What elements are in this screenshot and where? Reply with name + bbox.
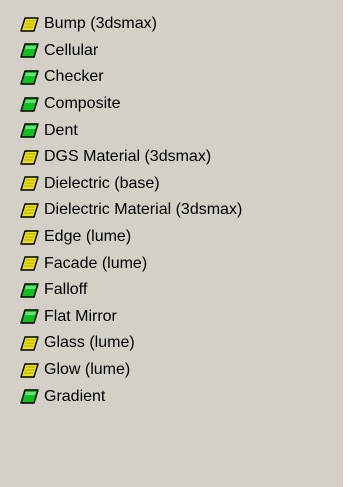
map-list-item[interactable]: Gradient (20, 383, 243, 410)
map-list-item[interactable]: Glow (lume) (20, 357, 243, 384)
map-list-item-label: Gradient (44, 387, 106, 405)
yellow-map-icon (20, 176, 39, 192)
map-list-item[interactable]: Dent (20, 117, 243, 144)
yellow-map-icon (20, 203, 39, 218)
map-list-item-label: Glass (lume) (44, 334, 135, 352)
green-map-icon (20, 70, 39, 85)
map-list-item[interactable]: Glass (lume) (20, 330, 243, 357)
map-list-item-label: Glow (lume) (44, 361, 131, 379)
map-list-item-label: Flat Mirror (44, 307, 117, 325)
yellow-map-icon (20, 336, 39, 351)
map-list-item-label: Edge (lume) (44, 228, 132, 246)
map-list-item-label: Composite (44, 95, 121, 113)
map-list-item[interactable]: Bump (3dsmax) (20, 11, 243, 38)
map-list-item[interactable]: Facade (lume) (20, 250, 243, 277)
green-map-icon (20, 123, 39, 138)
map-list-item[interactable]: Cellular (20, 38, 243, 65)
green-map-icon (20, 43, 39, 59)
map-list-item-label: Dielectric (base) (44, 174, 160, 192)
yellow-map-icon (20, 150, 39, 165)
map-list-item-label: Dielectric Material (3dsmax) (44, 201, 243, 219)
map-list-item[interactable]: DGS Material (3dsmax) (20, 144, 243, 171)
yellow-map-icon (20, 229, 39, 245)
map-list-item-label: Checker (44, 68, 104, 86)
yellow-map-icon (20, 362, 39, 378)
map-list-item-label: Cellular (44, 41, 99, 59)
map-list-item[interactable]: Edge (lume) (20, 224, 243, 251)
yellow-map-icon (20, 17, 39, 32)
green-map-icon (20, 283, 39, 298)
map-list-item-label: Dent (44, 121, 78, 139)
map-list-item-label: Falloff (44, 281, 88, 299)
yellow-map-icon (20, 256, 39, 271)
green-map-icon (20, 389, 39, 404)
map-list-item-label: Facade (lume) (44, 254, 148, 272)
green-map-icon (20, 96, 39, 112)
map-list-item[interactable]: Flat Mirror (20, 304, 243, 331)
map-browser-panel: Bump (3dsmax) Cellular Checker Composite Den… (0, 0, 343, 487)
map-list-item[interactable]: Checker (20, 64, 243, 91)
green-map-icon (20, 309, 39, 325)
map-list-item-label: Bump (3dsmax) (44, 15, 157, 33)
map-list: Bump (3dsmax) Cellular Checker Composite Den… (20, 11, 243, 410)
map-list-item[interactable]: Dielectric Material (3dsmax) (20, 197, 243, 224)
map-list-item-label: DGS Material (3dsmax) (44, 148, 212, 166)
map-list-item[interactable]: Composite (20, 91, 243, 118)
map-list-item[interactable]: Falloff (20, 277, 243, 304)
map-list-item[interactable]: Dielectric (base) (20, 171, 243, 198)
